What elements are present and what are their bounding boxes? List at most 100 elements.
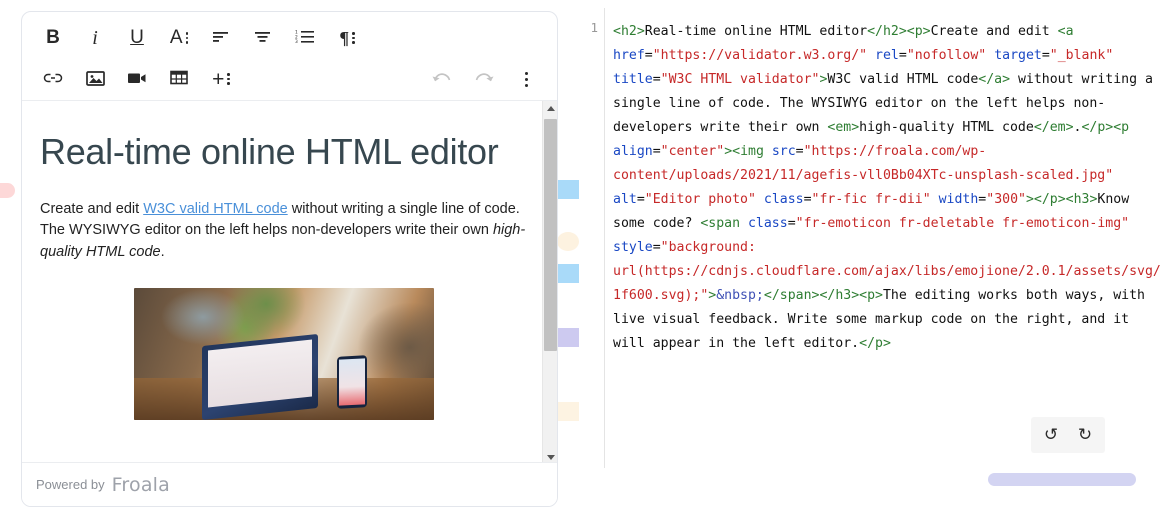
code-token-attr: align [613,144,653,159]
photo-phone [336,355,367,409]
toolbar-row-insert: + [32,58,547,100]
insert-more-button[interactable]: + [200,61,242,97]
code-token-str: "300" [986,192,1026,207]
underline-icon: U [130,27,144,48]
code-token-txt: = [652,144,661,159]
scroll-up-arrow-icon[interactable] [543,101,557,116]
insert-link-button[interactable] [32,61,74,97]
code-token-tag: </p> [859,336,891,351]
code-token-attr: width [938,192,979,207]
wysiwyg-editor-panel: B i U A 1 2 3 ¶ + Real-time online HTML … [21,11,558,507]
froala-editor-demo-page: B i U A 1 2 3 ¶ + Real-time online HTML … [0,0,1165,507]
code-token-txt: Create and edit [930,24,1058,39]
code-line-number-gutter: 1 [582,8,604,468]
chevron-more-icon [185,32,189,44]
scrollbar-thumb[interactable] [544,119,557,351]
code-token-str: "https://validator.w3.org/" [652,48,868,63]
redo-button[interactable] [463,61,505,97]
para-text-end: . [160,244,165,261]
font-a-icon: A [169,27,183,48]
ordered-list-icon: 1 2 3 [295,29,315,47]
editor-document-area[interactable]: Real-time online HTML editor Create and … [22,100,557,465]
insert-video-button[interactable] [116,61,158,97]
code-token-str: "_blank" [1049,48,1114,63]
chevron-more-icon-3 [227,73,230,85]
html-code-panel: 1 <h2>Real-time online HTML editor</h2><… [582,8,1165,468]
code-token-tag: </em> [1033,120,1074,135]
align-center-icon [254,30,272,47]
code-undo-button[interactable]: ↺ [1037,421,1065,449]
document-image-wrapper [40,287,527,425]
code-token-attr: target [994,48,1042,63]
document-paragraph: Create and edit W3C valid HTML code with… [40,199,527,264]
code-token-attr: class [747,216,788,231]
bold-button[interactable]: B [32,20,74,56]
decor-marker-blue-1 [557,180,579,199]
redo-icon [473,71,495,88]
code-token-txt: = [787,216,796,231]
code-token-txt: Real-time online HTML editor [644,24,868,39]
video-icon [127,71,147,88]
decor-marker-cream-1 [557,232,579,251]
code-token-txt: = [652,240,661,255]
undo-icon [431,71,453,88]
decor-marker-blue-2 [557,264,579,283]
italic-button[interactable]: i [74,20,116,56]
decor-marker-lilac [557,328,579,347]
code-token-str: "fr-fic fr-dii" [811,192,931,207]
align-left-icon [212,30,230,47]
para-text-before-link: Create and edit [40,200,144,217]
plus-icon: + [212,67,225,91]
code-token-tag: ></p><h3> [1025,192,1098,207]
code-token-tag: <em> [827,120,860,135]
code-editor-textarea[interactable]: <h2>Real-time online HTML editor</h2><p>… [604,8,1165,468]
table-icon [170,70,188,88]
decor-bottom-bar [988,473,1136,486]
document-heading: Real-time online HTML editor [40,131,499,172]
code-token-txt: = [898,48,907,63]
font-style-button[interactable]: A [158,20,200,56]
code-redo-button[interactable]: ↻ [1071,421,1099,449]
editor-content[interactable]: Real-time online HTML editor Create and … [22,101,557,465]
code-token-ent: &nbsp; [716,288,764,303]
editor-vertical-scrollbar[interactable] [542,101,557,465]
paragraph-format-button[interactable]: ¶ [326,20,368,56]
code-token-tag: <a [1057,24,1082,39]
code-token-str: "center" [660,144,725,159]
w3c-validator-link[interactable]: W3C valid HTML code [143,201,288,217]
code-token-txt: = [1041,48,1050,63]
code-token-tag: </p><p [1081,120,1138,135]
code-token-attr: class [763,192,804,207]
powered-by-label: Powered by [36,477,105,492]
insert-image-button[interactable] [74,61,116,97]
insert-table-button[interactable] [158,61,200,97]
underline-button[interactable]: U [116,20,158,56]
undo-button[interactable] [421,61,463,97]
ordered-list-button[interactable]: 1 2 3 [284,20,326,56]
line-number: 1 [590,20,598,35]
editor-photo-image[interactable] [133,287,434,420]
code-token-attr: alt [613,192,637,207]
italic-icon: i [92,26,98,49]
code-token-tag: </a> [978,72,1011,87]
toolbar-row-formatting: B i U A 1 2 3 ¶ [32,18,547,58]
code-token-attr: style [613,240,653,255]
code-token-str: "nofollow" [906,48,987,63]
kebab-menu-icon [524,71,528,87]
bold-icon: B [46,27,60,48]
editor-toolbar: B i U A 1 2 3 ¶ + [22,12,557,100]
editor-footer: Powered by Froala [22,462,557,506]
photo-laptop [201,333,318,420]
code-token-txt: = [803,192,812,207]
pilcrow-icon: ¶ [339,27,350,48]
code-token-txt: = [644,48,653,63]
align-center-button[interactable] [242,20,284,56]
align-left-button[interactable] [200,20,242,56]
more-options-button[interactable] [505,61,547,97]
code-token-str: "W3C HTML validator" [660,72,820,87]
